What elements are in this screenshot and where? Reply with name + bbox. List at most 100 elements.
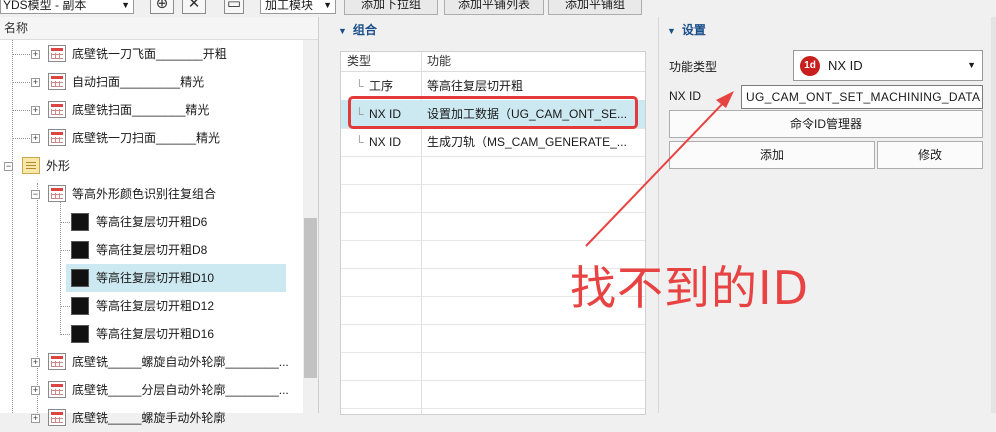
tree-item[interactable]: + 底壁铣_____螺旋自动外轮廓________... <box>0 348 303 376</box>
tree-item-folder[interactable]: − 外形 <box>0 152 303 180</box>
tree-item-label: 底壁铣_____螺旋手动外轮廓 <box>72 411 226 425</box>
annotation-text: 找不到的ID <box>570 261 809 315</box>
function-type-label: 功能类型 <box>669 60 718 74</box>
template-select[interactable]: YDS模型 - 副本 ▼ <box>0 0 134 14</box>
tree-item-selected[interactable]: 等高往复层切开粗D10 <box>66 264 286 292</box>
column-header-function: 功能 <box>427 54 452 68</box>
add-tile-list-button[interactable]: 添加平铺列表 <box>444 0 544 15</box>
add-tile-group-button[interactable]: 添加平铺组 <box>548 0 642 15</box>
collapse-triangle-icon: ▼ <box>667 26 676 36</box>
operation-icon <box>48 381 66 398</box>
operation-icon <box>48 353 66 370</box>
expand-icon[interactable]: + <box>31 134 40 143</box>
tree-scrollbar[interactable] <box>303 40 318 413</box>
tree-item[interactable]: 等高往复层切开粗D16 <box>0 320 303 348</box>
group-section-title: 组合 <box>352 23 377 37</box>
column-header-type: 类型 <box>347 54 372 68</box>
add-button[interactable]: 添加 <box>669 141 875 169</box>
tree-item[interactable]: + 自动扫面_________精光 <box>0 68 303 96</box>
tree-item-label: 自动扫面_________精光 <box>72 75 205 89</box>
modify-button[interactable]: 修改 <box>877 141 983 169</box>
function-type-value: NX ID <box>828 58 863 73</box>
operation-icon <box>48 101 66 118</box>
operation-black-icon <box>71 297 89 315</box>
scrollbar-thumb[interactable] <box>304 218 317 378</box>
settings-panel: ▼ 设置 功能类型 1d NX ID ▼ NX ID UG_CAM_ONT_SET… <box>658 17 996 413</box>
collapse-triangle-icon: ▼ <box>338 26 347 36</box>
nx-id-input[interactable]: UG_CAM_ONT_SET_MACHINING_DATA <box>741 85 983 109</box>
tree-item-label: 等高往复层切开粗D10 <box>96 271 215 285</box>
expand-icon[interactable]: + <box>31 78 40 87</box>
operation-icon <box>48 45 66 62</box>
toolbar-tool-icon[interactable]: ▭ <box>224 0 244 14</box>
table-row-empty <box>341 212 645 241</box>
table-row-empty <box>341 380 645 409</box>
tree-header-name: 名称 <box>0 17 318 40</box>
expand-icon[interactable]: + <box>31 414 40 423</box>
settings-section-header[interactable]: ▼ 设置 <box>659 17 996 43</box>
expand-icon[interactable]: + <box>31 386 40 395</box>
table-row[interactable]: └ NX ID 生成刀轨（MS_CAM_GENERATE_... <box>341 128 645 157</box>
operation-black-icon <box>71 241 89 259</box>
module-select-value: 加工模块 <box>265 0 314 12</box>
red-highlight-box <box>348 96 638 129</box>
row-type: NX ID <box>369 135 402 149</box>
collapse-icon[interactable]: − <box>31 190 40 199</box>
tree-item[interactable]: − 等高外形颜色识别往复组合 <box>0 180 303 208</box>
tree-item[interactable]: + 底壁铣一刀扫面______精光 <box>0 124 303 152</box>
chevron-down-icon: ▼ <box>323 0 332 10</box>
tree-item-label: 底壁铣一刀飞面_______开粗 <box>72 47 227 61</box>
table-row-empty <box>341 184 645 213</box>
module-select[interactable]: 加工模块 ▼ <box>260 0 336 14</box>
tree-item[interactable]: 等高往复层切开粗D12 <box>0 292 303 320</box>
tree-item-label: 等高往复层切开粗D16 <box>96 327 215 341</box>
tree-item[interactable]: + 底壁铣扫面________精光 <box>0 96 303 124</box>
add-dropdown-group-button[interactable]: 添加下拉组 <box>344 0 438 15</box>
tree-item-label: 底壁铣扫面________精光 <box>72 103 210 117</box>
folder-icon <box>22 157 40 174</box>
operation-black-icon <box>71 213 89 231</box>
tree-item-label: 等高往复层切开粗D6 <box>96 215 208 229</box>
function-type-select[interactable]: 1d NX ID ▼ <box>793 50 983 81</box>
tree-item[interactable]: + 底壁铣一刀飞面_______开粗 <box>0 40 303 68</box>
template-select-value: YDS模型 - 副本 <box>3 0 87 12</box>
operation-icon <box>48 73 66 90</box>
tree-item-label: 等高往复层切开粗D12 <box>96 299 215 313</box>
row-function: 生成刀轨（MS_CAM_GENERATE_... <box>427 135 627 149</box>
chevron-down-icon: ▼ <box>121 0 130 10</box>
tree-item-label: 等高外形颜色识别往复组合 <box>72 187 217 201</box>
tree-item[interactable]: 等高往复层切开粗D6 <box>0 208 303 236</box>
nx-id-badge-icon: 1d <box>800 56 820 76</box>
table-row-empty <box>341 324 645 353</box>
chevron-down-icon: ▼ <box>967 60 976 70</box>
group-table-header: 类型 功能 <box>341 52 645 72</box>
table-row-empty <box>341 352 645 381</box>
group-section-header[interactable]: ▼ 组合 <box>330 17 656 43</box>
tree-item[interactable]: 等高往复层切开粗D8 <box>0 236 303 264</box>
group-panel: ▼ 组合 类型 功能 └ 工序 等高往复层切开粗 └ NX ID 设置加工数据（U… <box>330 17 656 415</box>
tree-item-label: 底壁铣一刀扫面______精光 <box>72 131 221 145</box>
tree-item-label: 底壁铣_____螺旋自动外轮廓________... <box>72 355 289 369</box>
command-id-manager-button[interactable]: 命令ID管理器 <box>669 110 983 138</box>
nx-id-label: NX ID <box>669 89 702 103</box>
tree-item-label: 底壁铣_____分层自动外轮廓________... <box>72 383 289 397</box>
operation-tree-panel: 名称 + 底壁铣一刀飞面_______开粗 + 自动扫面_________精光 … <box>0 17 319 426</box>
operation-group-icon <box>48 185 66 202</box>
tree-item-label: 等高往复层切开粗D8 <box>96 243 208 257</box>
add-icon[interactable]: ⊕ <box>150 0 174 14</box>
top-toolbar: YDS模型 - 副本 ▼ ⊕ ✕ ▭ 加工模块 ▼ 添加下拉组 添加平铺列表 添… <box>0 0 996 17</box>
expand-icon[interactable]: + <box>31 106 40 115</box>
tree-item-label: 外形 <box>46 159 71 173</box>
expand-icon[interactable]: + <box>31 358 40 367</box>
tree-item[interactable]: + 底壁铣_____分层自动外轮廓________... <box>0 376 303 404</box>
operation-black-icon <box>71 325 89 343</box>
panel-edge <box>991 17 996 413</box>
tree-item[interactable]: + 底壁铣_____螺旋手动外轮廓 <box>0 404 303 432</box>
tree-branch-icon: └ <box>355 135 364 149</box>
expand-icon[interactable]: + <box>31 50 40 59</box>
operation-icon <box>48 129 66 146</box>
collapse-icon[interactable]: − <box>4 162 13 171</box>
operation-icon <box>48 409 66 426</box>
close-icon[interactable]: ✕ <box>182 0 206 14</box>
settings-section-title: 设置 <box>681 23 706 37</box>
